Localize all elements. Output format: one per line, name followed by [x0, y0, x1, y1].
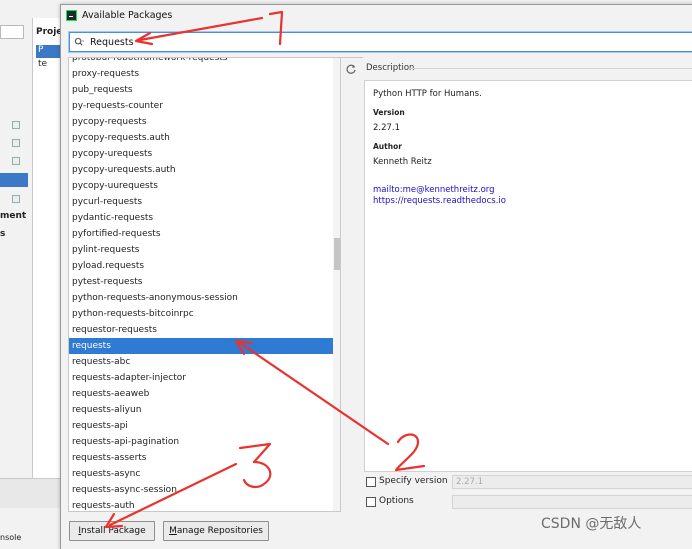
package-list-item[interactable]: pycopy-urequests — [69, 146, 333, 162]
version-label: Version — [373, 108, 405, 117]
specify-version-checkbox[interactable] — [366, 477, 376, 487]
docs-link[interactable]: https://requests.readthedocs.io — [373, 196, 692, 207]
gutter-file-icon — [12, 139, 20, 147]
package-list-item[interactable]: pyfortified-requests — [69, 226, 333, 242]
package-list-item[interactable]: requests-adapter-injector — [69, 370, 333, 386]
project-panel-label: Proje — [36, 27, 63, 37]
package-list-item[interactable]: requests-auth — [69, 498, 333, 511]
package-list-item[interactable]: requests-abc — [69, 354, 333, 370]
package-list-item[interactable]: pylint-requests — [69, 242, 333, 258]
author-email-link[interactable]: mailto:me@kennethreitz.org — [373, 185, 692, 196]
package-list-item[interactable]: requests-aliyun — [69, 402, 333, 418]
package-list-item[interactable]: requests-asserts — [69, 450, 333, 466]
package-list-panel: protobuf-robotframework-requests proxy-re… — [68, 57, 341, 512]
package-list: protobuf-robotframework-requests proxy-re… — [69, 58, 333, 511]
package-version: 2.27.1 — [373, 123, 401, 133]
description-panel: Description Python HTTP for Humans. Vers… — [364, 57, 692, 472]
gutter-selected-row — [0, 173, 28, 187]
package-list-item[interactable]: protobuf-robotframework-requests — [69, 58, 333, 66]
package-list-item[interactable]: requests-async — [69, 466, 333, 482]
project-tree-item[interactable]: te — [38, 59, 47, 69]
version-dropdown[interactable]: 2.27.1 — [452, 475, 692, 489]
search-input[interactable] — [90, 34, 680, 50]
package-list-item[interactable]: pub_requests — [69, 82, 333, 98]
manage-repositories-button[interactable]: Manage Repositories — [163, 521, 269, 541]
options-input[interactable] — [452, 495, 692, 509]
package-list-item[interactable]: proxy-requests — [69, 66, 333, 82]
csdn-watermark: CSDN @无敌人 — [541, 516, 642, 532]
package-list-item[interactable]: python-requests-bitcoinrpc — [69, 306, 333, 322]
package-summary: Python HTTP for Humans. — [373, 89, 482, 99]
package-list-item[interactable]: pycopy-uurequests — [69, 178, 333, 194]
package-list-scrollbar[interactable] — [333, 58, 340, 511]
dialog-titlebar[interactable]: Available Packages — [61, 5, 692, 27]
description-separator — [410, 68, 692, 69]
package-list-item[interactable]: pytest-requests — [69, 274, 333, 290]
author-label: Author — [373, 142, 402, 151]
package-list-item[interactable]: pycopy-urequests.auth — [69, 162, 333, 178]
package-list-item[interactable]: requests-async-session — [69, 482, 333, 498]
package-list-item[interactable]: pydantic-requests — [69, 210, 333, 226]
package-list-item[interactable]: python-requests-anonymous-session — [69, 290, 333, 306]
package-list-item[interactable]: pyload.requests — [69, 258, 333, 274]
options-checkbox[interactable] — [366, 497, 376, 507]
scrollbar-thumb[interactable] — [334, 238, 340, 270]
background-search-field — [0, 25, 24, 39]
pycharm-app-icon — [66, 10, 77, 21]
package-list-item[interactable]: py-requests-counter — [69, 98, 333, 114]
package-list-item[interactable]: requests-aeaweb — [69, 386, 333, 402]
search-icon[interactable] — [74, 37, 85, 48]
side-text-fragment: ment — [0, 211, 27, 221]
dialog-title: Available Packages — [82, 10, 173, 21]
bottom-tool-strip — [0, 478, 60, 508]
search-box[interactable] — [69, 32, 692, 52]
list-toolstrip — [341, 57, 363, 512]
background-ide: Proje P te ment s nsole — [0, 0, 63, 543]
description-body: Python HTTP for Humans. Version 2.27.1 A… — [364, 80, 692, 472]
package-list-item[interactable]: requests — [69, 338, 333, 354]
gutter-file-icon — [12, 121, 20, 129]
side-text-fragment: s — [0, 229, 6, 239]
gutter-file-icon — [12, 157, 20, 165]
options-label: Options — [379, 496, 414, 506]
package-list-item[interactable]: requests-api-pagination — [69, 434, 333, 450]
specify-version-label: Specify version — [379, 476, 448, 486]
package-list-item[interactable]: pycurl-requests — [69, 194, 333, 210]
package-list-item[interactable]: pycopy-requests.auth — [69, 130, 333, 146]
package-list-item[interactable]: requestor-requests — [69, 322, 333, 338]
package-list-item[interactable]: pycopy-requests — [69, 114, 333, 130]
project-panel — [32, 18, 60, 488]
package-author: Kenneth Reitz — [373, 157, 432, 167]
console-tab[interactable]: nsole — [0, 533, 21, 542]
project-tree-item-selected[interactable]: P — [36, 45, 60, 58]
package-list-item[interactable]: requests-api — [69, 418, 333, 434]
available-packages-dialog: Available Packages protobuf-robotframewo… — [60, 4, 692, 549]
refresh-icon[interactable] — [345, 63, 357, 75]
description-links: mailto:me@kennethreitz.org https://reque… — [373, 185, 692, 207]
description-header: Description — [366, 63, 415, 73]
gutter-file-icon — [12, 195, 20, 203]
install-package-button[interactable]: Install Package — [69, 521, 155, 541]
